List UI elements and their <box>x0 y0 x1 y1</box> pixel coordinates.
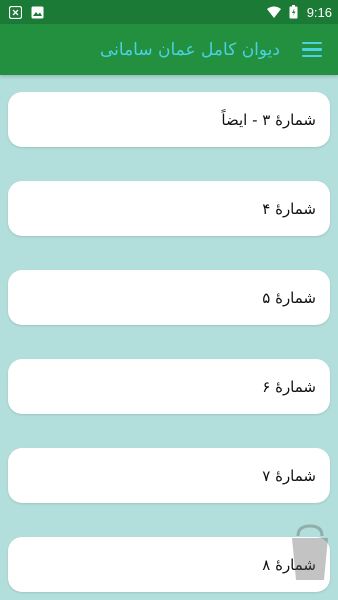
list-item-label: شمارهٔ ۷ <box>262 466 316 485</box>
hamburger-menu-icon[interactable] <box>302 41 322 58</box>
list-item[interactable]: شمارهٔ ۳ - ایضاً <box>8 92 330 147</box>
list-item-label: شمارهٔ ۶ <box>262 377 316 396</box>
status-time: 9:16 <box>306 4 332 20</box>
image-icon <box>30 5 44 19</box>
wifi-icon <box>266 5 281 19</box>
status-bar: 9:16 <box>0 0 338 24</box>
app-title: دیوان کامل عمان سامانی <box>99 39 280 60</box>
list-item[interactable]: شمارهٔ ۶ <box>8 359 330 414</box>
list-item-label: شمارهٔ ۴ <box>262 199 316 218</box>
list-item[interactable]: شمارهٔ ۸ <box>8 537 330 592</box>
status-right-icons: 9:16 <box>266 4 332 20</box>
list-item[interactable]: شمارهٔ ۵ <box>8 270 330 325</box>
store-logo-watermark-icon <box>290 522 330 582</box>
status-left-icons <box>8 5 44 19</box>
battery-icon <box>287 5 301 19</box>
app-bar: دیوان کامل عمان سامانی <box>0 24 338 75</box>
x-box-icon <box>8 5 22 19</box>
list-item-label: شمارهٔ ۵ <box>262 288 316 307</box>
list-item[interactable]: شمارهٔ ۴ <box>8 181 330 236</box>
list-item[interactable]: شمارهٔ ۷ <box>8 448 330 503</box>
list-item-label: شمارهٔ ۳ - ایضاً <box>221 110 316 129</box>
